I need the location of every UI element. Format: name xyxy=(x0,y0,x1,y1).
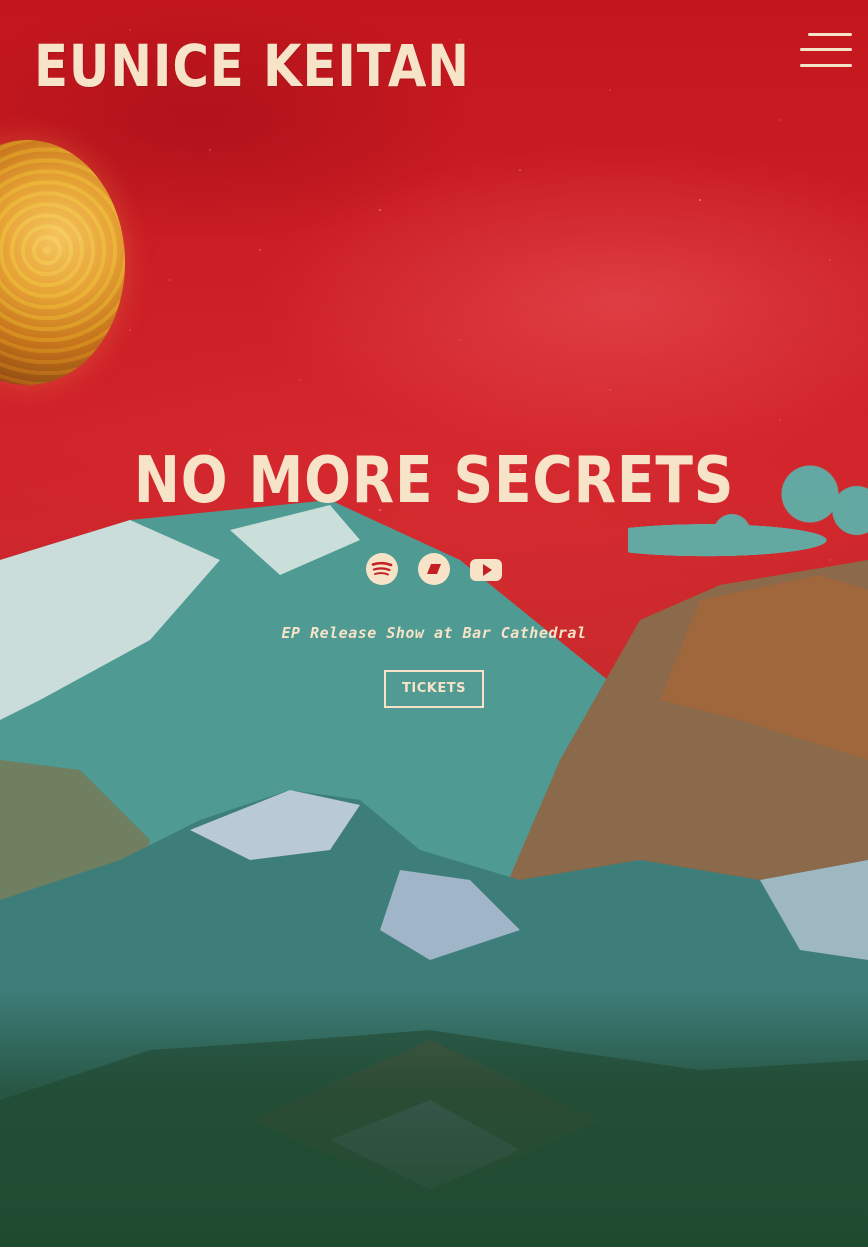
site-header: EUNICE KEITAN xyxy=(0,0,868,110)
hero-section: NO MORE SECRETS EP Release Show at Bar C… xyxy=(0,440,868,708)
spotify-icon xyxy=(366,553,398,585)
site-title[interactable]: EUNICE KEITAN xyxy=(34,30,470,102)
youtube-icon xyxy=(470,559,502,581)
streaming-links xyxy=(0,552,868,586)
bandcamp-icon xyxy=(418,553,450,585)
hamburger-menu-icon[interactable] xyxy=(798,30,852,70)
event-announcement: EP Release Show at Bar Cathedral xyxy=(281,624,587,642)
bandcamp-link[interactable] xyxy=(417,552,451,586)
spotify-link[interactable] xyxy=(365,552,399,586)
release-title: NO MORE SECRETS xyxy=(133,444,735,518)
menu-bar-line xyxy=(808,33,852,36)
menu-bar-line xyxy=(800,64,852,67)
menu-bar-line xyxy=(800,48,852,51)
dark-foreground xyxy=(0,987,868,1247)
tickets-button[interactable]: TICKETS xyxy=(384,670,484,708)
youtube-link[interactable] xyxy=(469,552,503,586)
